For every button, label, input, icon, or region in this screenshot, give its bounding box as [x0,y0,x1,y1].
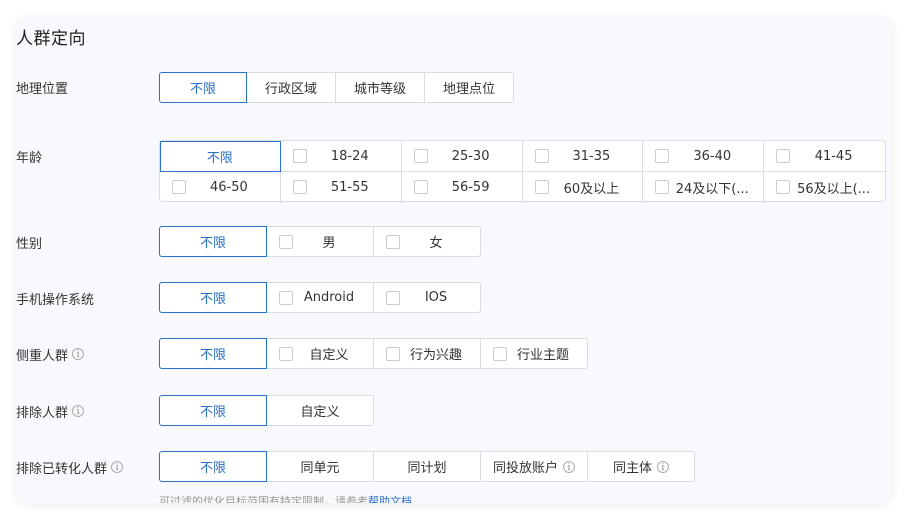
geo-options: 不限 行政区域 城市等级 地理点位 [159,72,514,103]
focus-option-custom[interactable]: 自定义 [266,338,374,369]
checkbox-icon[interactable] [386,235,400,249]
info-icon[interactable]: i [111,461,124,473]
checkbox-icon[interactable] [279,347,293,361]
age-options: 不限 18-24 25-30 31-35 36-40 41-45 46-50 5… [159,140,886,203]
focus-options: 不限 自定义 行为兴趣 行业主题 [159,338,588,369]
converted-option-same-plan[interactable]: 同计划 [373,451,481,482]
checkbox-icon[interactable] [292,149,307,163]
checkbox-icon[interactable] [292,180,307,194]
gender-label: 性别 [16,236,43,252]
checkbox-icon[interactable] [534,180,549,194]
info-icon[interactable]: i [657,460,669,473]
exclude-option-unlimited[interactable]: 不限 [159,395,267,426]
focus-label: 侧重人群 i [16,344,85,364]
geo-option-unlimited[interactable]: 不限 [159,72,247,103]
checkbox-icon[interactable] [776,149,791,163]
gender-option-unlimited[interactable]: 不限 [159,226,267,257]
exclude-options: 不限 自定义 [159,395,374,426]
focus-option-unlimited[interactable]: 不限 [159,338,267,369]
converted-option-unlimited[interactable]: 不限 [159,451,267,482]
info-icon[interactable]: i [72,405,85,417]
info-icon[interactable]: i [563,460,575,473]
focus-option-industry-theme[interactable]: 行业主题 [480,338,588,369]
checkbox-icon[interactable] [655,149,670,163]
checkbox-icon[interactable] [776,180,791,194]
age-option-56-59[interactable]: 56-59 [402,172,523,203]
geo-option-admin-region[interactable]: 行政区域 [246,72,336,103]
os-options: 不限 Android IOS [159,282,481,313]
checkbox-icon[interactable] [279,291,293,305]
info-icon[interactable]: i [72,348,85,360]
checkbox-icon[interactable] [279,235,293,249]
converted-label: 排除已转化人群 i [16,457,124,477]
converted-options: 不限 同单元 同计划 同投放账户 i 同主体 i [159,451,695,482]
exclude-option-custom[interactable]: 自定义 [266,395,374,426]
os-label: 手机操作系统 [16,292,95,308]
audience-targeting-card: 人群定向 地理位置 不限 行政区域 城市等级 地理点位 年龄 不限 18-24 … [16,16,892,503]
checkbox-icon[interactable] [413,149,428,163]
checkbox-icon[interactable] [493,347,507,361]
age-option-24-and-below[interactable]: 24及以下(... [643,172,765,203]
checkbox-icon[interactable] [413,180,428,194]
age-option-unlimited[interactable]: 不限 [160,141,281,172]
os-option-unlimited[interactable]: 不限 [159,282,267,313]
checkbox-icon[interactable] [172,180,186,194]
help-doc-link[interactable]: 帮助文档 [368,495,412,503]
converted-option-same-unit[interactable]: 同单元 [266,451,374,482]
age-option-18-24[interactable]: 18-24 [280,141,402,172]
geo-option-geo-point[interactable]: 地理点位 [424,72,514,103]
checkbox-icon[interactable] [386,291,400,305]
section-title: 人群定向 [16,29,86,49]
converted-option-same-account[interactable]: 同投放账户 i [480,451,588,482]
age-option-60-plus[interactable]: 60及以上 [523,172,644,203]
age-label: 年龄 [16,150,43,166]
exclude-label: 排除人群 i [16,401,85,421]
os-option-ios[interactable]: IOS [373,282,481,313]
age-option-56-and-above[interactable]: 56及以上(... [764,172,885,203]
help-hint: 可过滤的优化目标范围有特定限制，请参考帮助文档 [159,493,412,503]
age-option-41-45[interactable]: 41-45 [764,141,885,172]
checkbox-icon[interactable] [655,180,670,194]
age-option-36-40[interactable]: 36-40 [643,141,765,172]
gender-option-female[interactable]: 女 [373,226,481,257]
geo-label: 地理位置 [16,81,69,97]
age-option-46-50[interactable]: 46-50 [160,172,281,203]
checkbox-icon[interactable] [534,149,549,163]
os-option-android[interactable]: Android [266,282,374,313]
converted-option-same-entity[interactable]: 同主体 i [587,451,695,482]
age-option-25-30[interactable]: 25-30 [401,141,523,172]
age-option-31-35[interactable]: 31-35 [522,141,644,172]
gender-option-male[interactable]: 男 [266,226,374,257]
checkbox-icon[interactable] [386,347,400,361]
gender-options: 不限 男 女 [159,226,481,257]
focus-option-behavior-interest[interactable]: 行为兴趣 [373,338,481,369]
geo-option-city-level[interactable]: 城市等级 [335,72,425,103]
age-option-51-55[interactable]: 51-55 [281,172,402,203]
